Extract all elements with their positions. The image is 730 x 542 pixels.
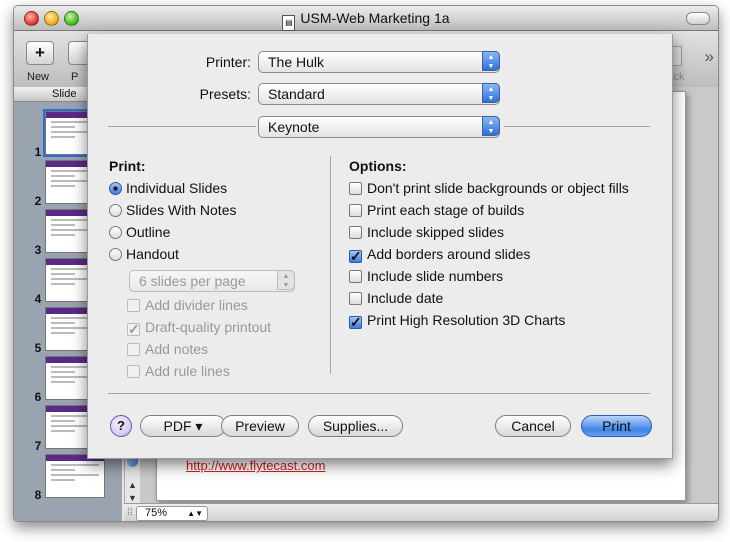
new-label: New	[27, 71, 50, 83]
print-option[interactable]: Handout	[109, 245, 179, 263]
presets-value: Standard	[268, 86, 325, 102]
presets-select[interactable]: Standard ▲ ▼	[258, 83, 500, 105]
checkbox-icon: ✓	[127, 321, 140, 337]
keynote-window: ▤USM-Web Marketing 1a + New P Back » Sli…	[13, 5, 719, 522]
checkbox-icon[interactable]	[349, 270, 362, 283]
option-label: Include slide numbers	[367, 268, 504, 284]
handout-layout-select[interactable]: 6 slides per page ▲ ▼	[129, 270, 295, 292]
handout-layout-value: 6 slides per page	[139, 273, 246, 289]
checkbox-icon[interactable]	[349, 292, 362, 305]
checkbox-icon	[127, 299, 140, 312]
handout-option: Add notes	[127, 340, 208, 358]
print-option[interactable]: Outline	[109, 223, 170, 241]
option-label: Include date	[367, 290, 444, 306]
print-option[interactable]: Individual Slides	[109, 179, 227, 197]
slide-number: 7	[34, 439, 42, 453]
option-checkbox[interactable]: Print each stage of builds	[349, 201, 524, 219]
cancel-button[interactable]: Cancel	[495, 415, 571, 437]
printer-select[interactable]: The Hulk ▲ ▼	[258, 51, 500, 73]
slide-number: 5	[34, 341, 42, 355]
option-checkbox[interactable]: Include skipped slides	[349, 223, 504, 241]
slide-number: 6	[34, 390, 42, 404]
pane-value: Keynote	[268, 119, 320, 135]
checkbox-icon[interactable]: ✓	[349, 315, 362, 329]
slide-number: 2	[34, 194, 42, 208]
checkbox-icon[interactable]	[349, 204, 362, 217]
handout-option-label: Add notes	[145, 341, 209, 357]
print-section-title: Print:	[109, 158, 146, 174]
section-divider	[330, 156, 331, 374]
supplies-button[interactable]: Supplies...	[308, 415, 403, 437]
footer-divider	[108, 393, 650, 394]
divider-right	[504, 126, 650, 127]
slide-number: 8	[34, 488, 42, 502]
option-label: Print each stage of builds	[367, 202, 525, 218]
resize-grip-icon[interactable]: ⁞⁞	[127, 507, 133, 518]
print-option-label: Handout	[126, 246, 179, 262]
option-label: Print High Resolution 3D Charts	[367, 312, 566, 328]
title-bar[interactable]: ▤ USM-Web Marketing 1a	[14, 6, 718, 31]
popup-arrows-icon: ▲ ▼	[482, 116, 500, 136]
checkbox-icon	[127, 365, 140, 378]
print-option[interactable]: Slides With Notes	[109, 201, 236, 219]
options-section-title: Options:	[349, 158, 407, 174]
checkbox-icon[interactable]: ✓	[349, 249, 362, 263]
zoom-arrows-icon: ▲▼	[187, 509, 203, 518]
option-label: Don't print slide backgrounds or object …	[367, 180, 629, 196]
slide-number: 4	[34, 292, 42, 306]
radio-button-icon[interactable]	[109, 226, 122, 239]
slide-number: 1	[34, 145, 42, 159]
toolbar-toggle-button[interactable]	[686, 12, 710, 25]
handout-option-label: Draft-quality printout	[145, 319, 272, 335]
toolbar-label-2: P	[71, 71, 79, 83]
print-option-label: Individual Slides	[126, 180, 228, 196]
option-checkbox[interactable]: Include date	[349, 289, 443, 307]
help-button[interactable]: ?	[110, 415, 132, 437]
handout-option: Add rule lines	[127, 362, 230, 380]
slide-thumbnail[interactable]	[45, 454, 105, 498]
document-icon: ▤	[282, 15, 296, 31]
pdf-button[interactable]: PDF ▾	[140, 415, 226, 437]
preview-button[interactable]: Preview	[221, 415, 299, 437]
slide-number: 3	[34, 243, 42, 257]
print-option-label: Slides With Notes	[126, 202, 237, 218]
presets-label: Presets:	[199, 86, 251, 102]
handout-option: Add divider lines	[127, 296, 248, 314]
handout-option-label: Add divider lines	[145, 297, 248, 313]
option-checkbox[interactable]: ✓ Add borders around slides	[349, 245, 530, 263]
new-slide-button[interactable]: +	[26, 41, 54, 65]
zoom-select[interactable]: 75% ▲▼	[136, 506, 208, 521]
option-checkbox[interactable]: Include slide numbers	[349, 267, 503, 285]
print-sheet: Printer: The Hulk ▲ ▼ Presets: Standard ▲…	[87, 34, 673, 459]
toolbar-overflow-icon[interactable]: »	[705, 47, 714, 67]
status-bar: ⁞⁞ 75% ▲▼	[124, 503, 718, 521]
window-title: ▤ USM-Web Marketing 1a	[14, 10, 718, 31]
option-checkbox[interactable]: ✓ Print High Resolution 3D Charts	[349, 311, 565, 329]
printer-label: Printer:	[205, 54, 251, 70]
slide-link[interactable]: http://www.flytecast.com	[186, 458, 325, 473]
scroll-up-arrow-icon[interactable]: ▲	[126, 479, 139, 491]
checkbox-icon	[127, 343, 140, 356]
radio-button-icon[interactable]	[109, 248, 122, 261]
popup-arrows-icon: ▲ ▼	[277, 270, 295, 290]
radio-button-icon[interactable]	[109, 182, 122, 195]
pane-select[interactable]: Keynote ▲ ▼	[258, 116, 500, 138]
window-title-text: USM-Web Marketing 1a	[300, 10, 450, 26]
divider-left	[108, 126, 256, 127]
option-label: Add borders around slides	[367, 246, 531, 262]
print-option-label: Outline	[126, 224, 171, 240]
option-checkbox[interactable]: Don't print slide backgrounds or object …	[349, 179, 629, 197]
printer-value: The Hulk	[268, 54, 325, 70]
option-label: Include skipped slides	[367, 224, 504, 240]
handout-option: ✓ Draft-quality printout	[127, 318, 271, 336]
radio-button-icon[interactable]	[109, 204, 122, 217]
popup-arrows-icon: ▲ ▼	[482, 83, 500, 103]
checkbox-icon[interactable]	[349, 226, 362, 239]
zoom-value: 75%	[145, 507, 168, 519]
print-button[interactable]: Print	[581, 415, 652, 437]
handout-option-label: Add rule lines	[145, 363, 230, 379]
checkbox-icon[interactable]	[349, 182, 362, 195]
popup-arrows-icon: ▲ ▼	[482, 51, 500, 71]
